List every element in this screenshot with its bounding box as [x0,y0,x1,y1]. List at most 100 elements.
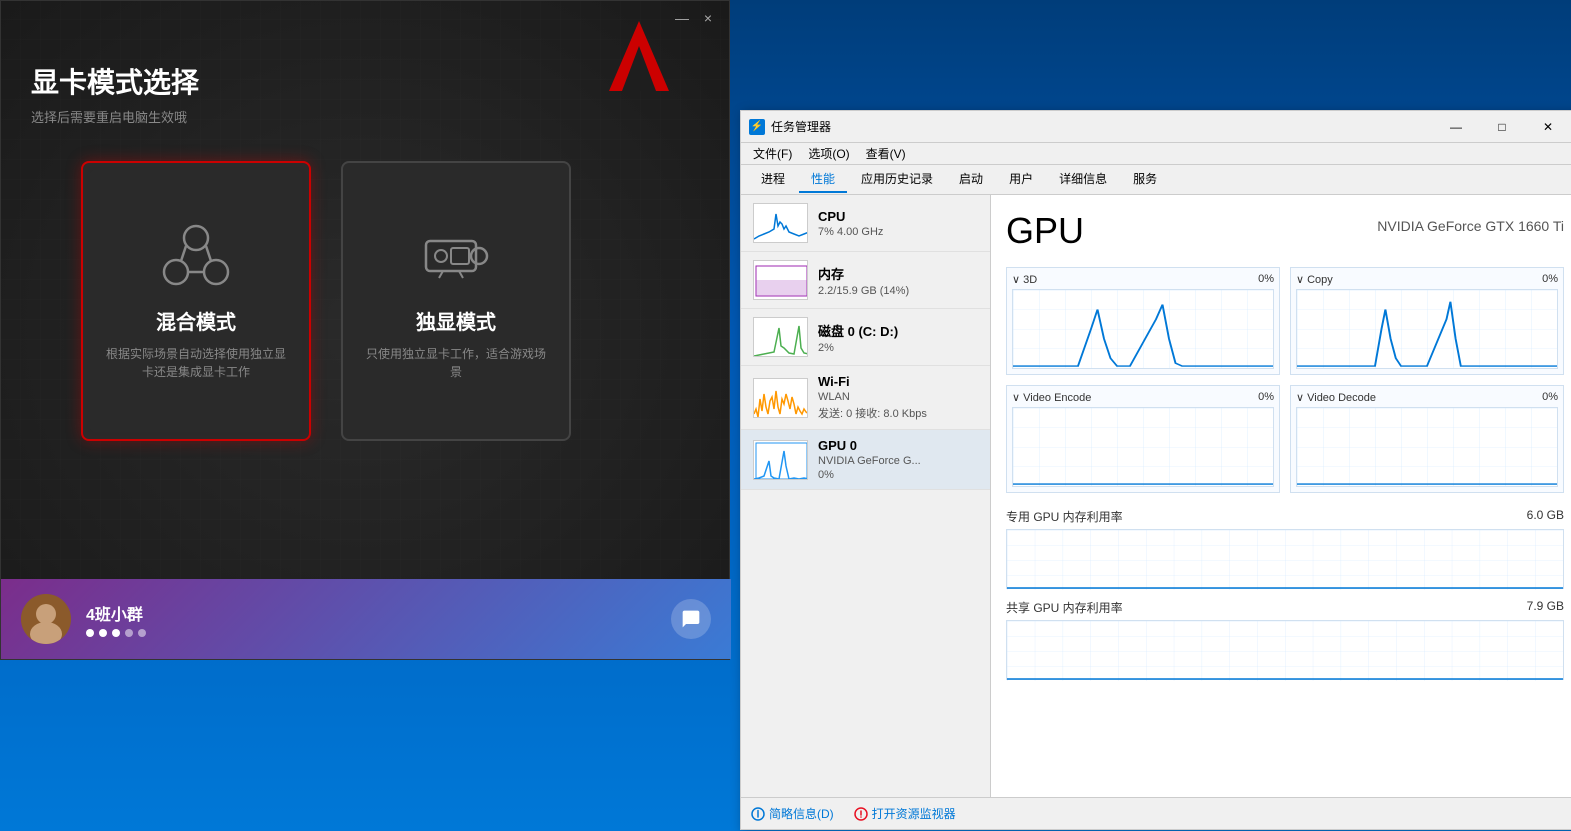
gpu-decode-chart [1296,407,1558,487]
gpu-performance-content: GPU NVIDIA GeForce GTX 1660 Ti ∨ 3D 0% [991,195,1571,825]
gpu-cards-container: 混合模式 根据实际场景自动选择使用独立显卡还是集成显卡工作 独显模式 只使用独立… [81,161,571,441]
discrete-mode-title: 独显模式 [416,306,496,335]
sidebar-wifi[interactable]: Wi-Fi WLAN 发送: 0 接收: 8.0 Kbps [741,366,990,430]
menu-view[interactable]: 查看(V) [858,143,914,164]
discrete-mode-card[interactable]: 独显模式 只使用独立显卡工作，适合游戏场景 [341,161,571,441]
wifi-mini-chart [753,378,808,418]
resource-monitor-text: 打开资源监视器 [872,805,956,822]
gpu-close-button[interactable]: × [699,9,717,27]
taskmgr-statusbar: 简略信息(D) 打开资源监视器 [741,797,1571,829]
memory-mini-chart [753,260,808,300]
dedicated-memory-title: 专用 GPU 内存利用率 [1006,508,1123,525]
wifi-label: Wi-Fi [818,374,978,389]
cpu-info: CPU 7% 4.00 GHz [818,209,978,238]
cpu-detail: 7% 4.00 GHz [818,226,978,238]
cpu-mini-chart [753,203,808,243]
activity-dots [86,629,146,637]
gpu-decode-label-text: ∨ Video Decode [1296,391,1376,404]
mixed-mode-card[interactable]: 混合模式 根据实际场景自动选择使用独立显卡还是集成显卡工作 [81,161,311,441]
mixed-mode-icon [156,221,236,291]
mixed-mode-title: 混合模式 [156,306,236,335]
gpu-copy-label: ∨ Copy 0% [1296,273,1558,286]
tab-users[interactable]: 用户 [997,166,1045,193]
gpu-selector-window: — × 显卡模式选择 选择后需要重启电脑生效哦 [0,0,730,660]
dot-1 [86,629,94,637]
gpu-selector-subtitle: 选择后需要重启电脑生效哦 [31,107,199,126]
dedicated-memory-label: 专用 GPU 内存利用率 6.0 GB [1006,508,1564,525]
dot-5 [138,629,146,637]
tab-details[interactable]: 详细信息 [1047,166,1119,193]
wifi-detail2: 发送: 0 接收: 8.0 Kbps [818,405,978,421]
taskmgr-maximize-button[interactable]: □ [1479,111,1525,143]
group-info: 4班小群 [86,601,146,637]
taskmgr-menubar: 文件(F) 选项(O) 查看(V) [741,143,1571,165]
gpu-copy-value: 0% [1542,273,1558,286]
gpu-3d-chart [1012,289,1274,369]
taskmgr-close-button[interactable]: ✕ [1525,111,1571,143]
shared-memory-chart [1006,620,1564,680]
group-avatar [21,594,71,644]
gpu-selector-content: 显卡模式选择 选择后需要重启电脑生效哦 [31,61,199,126]
taskmgr-titlebar: ⚡ 任务管理器 — □ ✕ [741,111,1571,143]
tab-startup[interactable]: 启动 [947,166,995,193]
shared-memory-value: 7.9 GB [1527,599,1564,616]
disk-detail: 2% [818,342,978,354]
gpu-decode-value: 0% [1542,391,1558,404]
sidebar-disk[interactable]: 磁盘 0 (C: D:) 2% [741,309,990,366]
gpu-decode-label: ∨ Video Decode 0% [1296,391,1558,404]
sidebar-gpu[interactable]: GPU 0 NVIDIA GeForce G... 0% [741,430,990,490]
gpu-minimize-button[interactable]: — [673,9,691,27]
taskmgr-body: CPU 7% 4.00 GHz 内存 2.2/15.9 GB (14%) [741,195,1571,825]
group-name: 4班小群 [86,601,146,625]
gpu-copy-label-text: ∨ Copy [1296,273,1333,286]
dot-3 [112,629,120,637]
shared-memory-label: 共享 GPU 内存利用率 7.9 GB [1006,599,1564,616]
taskmgr-minimize-button[interactable]: — [1433,111,1479,143]
dedicated-memory-chart [1006,529,1564,589]
summary-info-link[interactable]: 简略信息(D) [751,805,834,822]
memory-info: 内存 2.2/15.9 GB (14%) [818,264,978,297]
menu-file[interactable]: 文件(F) [745,143,800,164]
gpu-3d-value: 0% [1258,273,1274,286]
taskmgr-title: 任务管理器 [771,118,1427,135]
sidebar-memory[interactable]: 内存 2.2/15.9 GB (14%) [741,252,990,309]
memory-detail: 2.2/15.9 GB (14%) [818,285,978,297]
chat-button[interactable] [671,599,711,639]
gpu-charts-grid: ∨ 3D 0% [1006,267,1564,493]
disk-info: 磁盘 0 (C: D:) 2% [818,321,978,354]
resource-icon [854,807,868,821]
gpu-label: GPU 0 [818,438,978,453]
task-manager-window: ⚡ 任务管理器 — □ ✕ 文件(F) 选项(O) 查看(V) 进程 性能 应用… [740,110,1571,830]
gpu-detail: NVIDIA GeForce G... [818,455,978,467]
tab-services[interactable]: 服务 [1121,166,1169,193]
gpu-mini-chart [753,440,808,480]
discrete-mode-desc: 只使用独立显卡工作，适合游戏场景 [363,345,549,381]
gpu-shared-memory: 共享 GPU 内存利用率 7.9 GB [1006,599,1564,680]
tab-app-history[interactable]: 应用历史记录 [849,166,945,193]
tab-performance[interactable]: 性能 [799,166,847,193]
sidebar-cpu[interactable]: CPU 7% 4.00 GHz [741,195,990,252]
performance-sidebar: CPU 7% 4.00 GHz 内存 2.2/15.9 GB (14%) [741,195,991,825]
menu-options[interactable]: 选项(O) [800,143,857,164]
wifi-info: Wi-Fi WLAN 发送: 0 接收: 8.0 Kbps [818,374,978,421]
wifi-detail: WLAN [818,391,978,403]
gpu-dedicated-memory: 专用 GPU 内存利用率 6.0 GB [1006,508,1564,589]
taskmgr-icon: ⚡ [749,119,765,135]
mixed-mode-desc: 根据实际场景自动选择使用独立显卡还是集成显卡工作 [103,345,289,381]
dedicated-memory-value: 6.0 GB [1527,508,1564,525]
gpu-detail2: 0% [818,469,978,481]
summary-icon [751,807,765,821]
gpu-encode-label-text: ∨ Video Encode [1012,391,1091,404]
bar-right-actions [671,599,711,639]
gpu-selector-title: 显卡模式选择 [31,61,199,101]
gpu-model-name: NVIDIA GeForce GTX 1660 Ti [1377,218,1564,234]
gpu-3d-label: ∨ 3D 0% [1012,273,1274,286]
gpu-encode-label: ∨ Video Encode 0% [1012,391,1274,404]
gpu-3d-chart-box: ∨ 3D 0% [1006,267,1280,375]
tab-processes[interactable]: 进程 [749,166,797,193]
disk-label: 磁盘 0 (C: D:) [818,321,978,340]
resource-monitor-link[interactable]: 打开资源监视器 [854,805,956,822]
taskmgr-tabs: 进程 性能 应用历史记录 启动 用户 详细信息 服务 [741,165,1571,195]
dot-4 [125,629,133,637]
gpu-encode-chart-box: ∨ Video Encode 0% [1006,385,1280,493]
